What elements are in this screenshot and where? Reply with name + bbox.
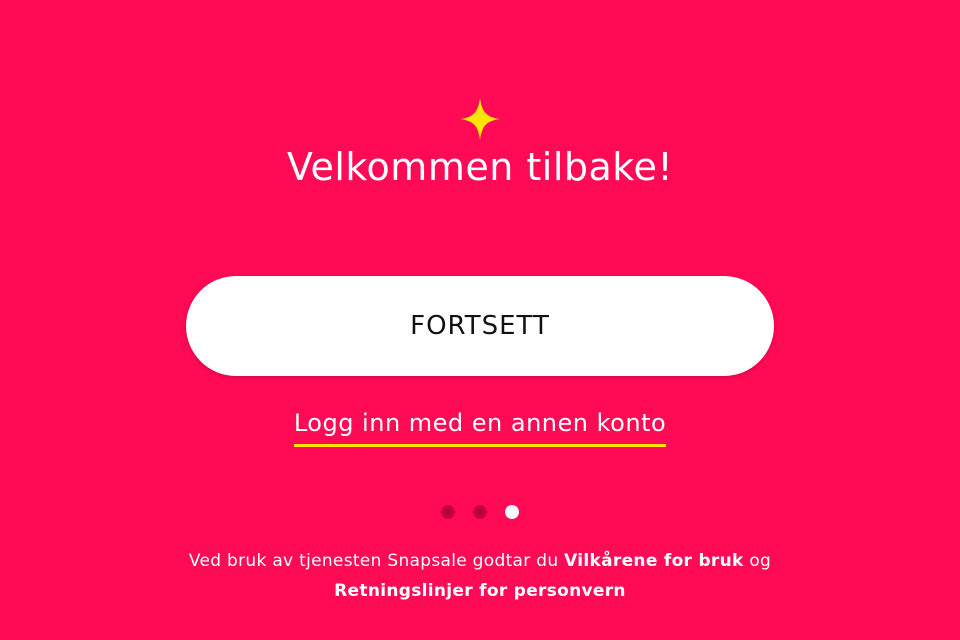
pagination-dots xyxy=(0,505,960,519)
pagination-dot[interactable] xyxy=(441,505,455,519)
terms-middle: og xyxy=(743,551,772,571)
privacy-policy-link[interactable]: Retningslinjer for personvern xyxy=(334,581,626,601)
alt-login-container: Logg inn med en annen konto xyxy=(0,406,960,447)
alt-login-link[interactable]: Logg inn med en annen konto xyxy=(293,406,667,447)
page-title: Velkommen tilbake! xyxy=(286,145,674,189)
pagination-dot[interactable] xyxy=(473,505,487,519)
continue-button[interactable]: FORTSETT xyxy=(186,276,774,376)
terms-prefix: Ved bruk av tjenesten Snapsale godtar du xyxy=(188,551,565,571)
terms-of-use-link[interactable]: Vilkårene for bruk xyxy=(564,551,744,571)
terms-notice: Ved bruk av tjenesten Snapsale godtar du… xyxy=(180,546,780,606)
continue-button-label: FORTSETT xyxy=(410,311,550,341)
sparkle-icon xyxy=(460,98,500,140)
pagination-dot-active[interactable] xyxy=(505,505,519,519)
